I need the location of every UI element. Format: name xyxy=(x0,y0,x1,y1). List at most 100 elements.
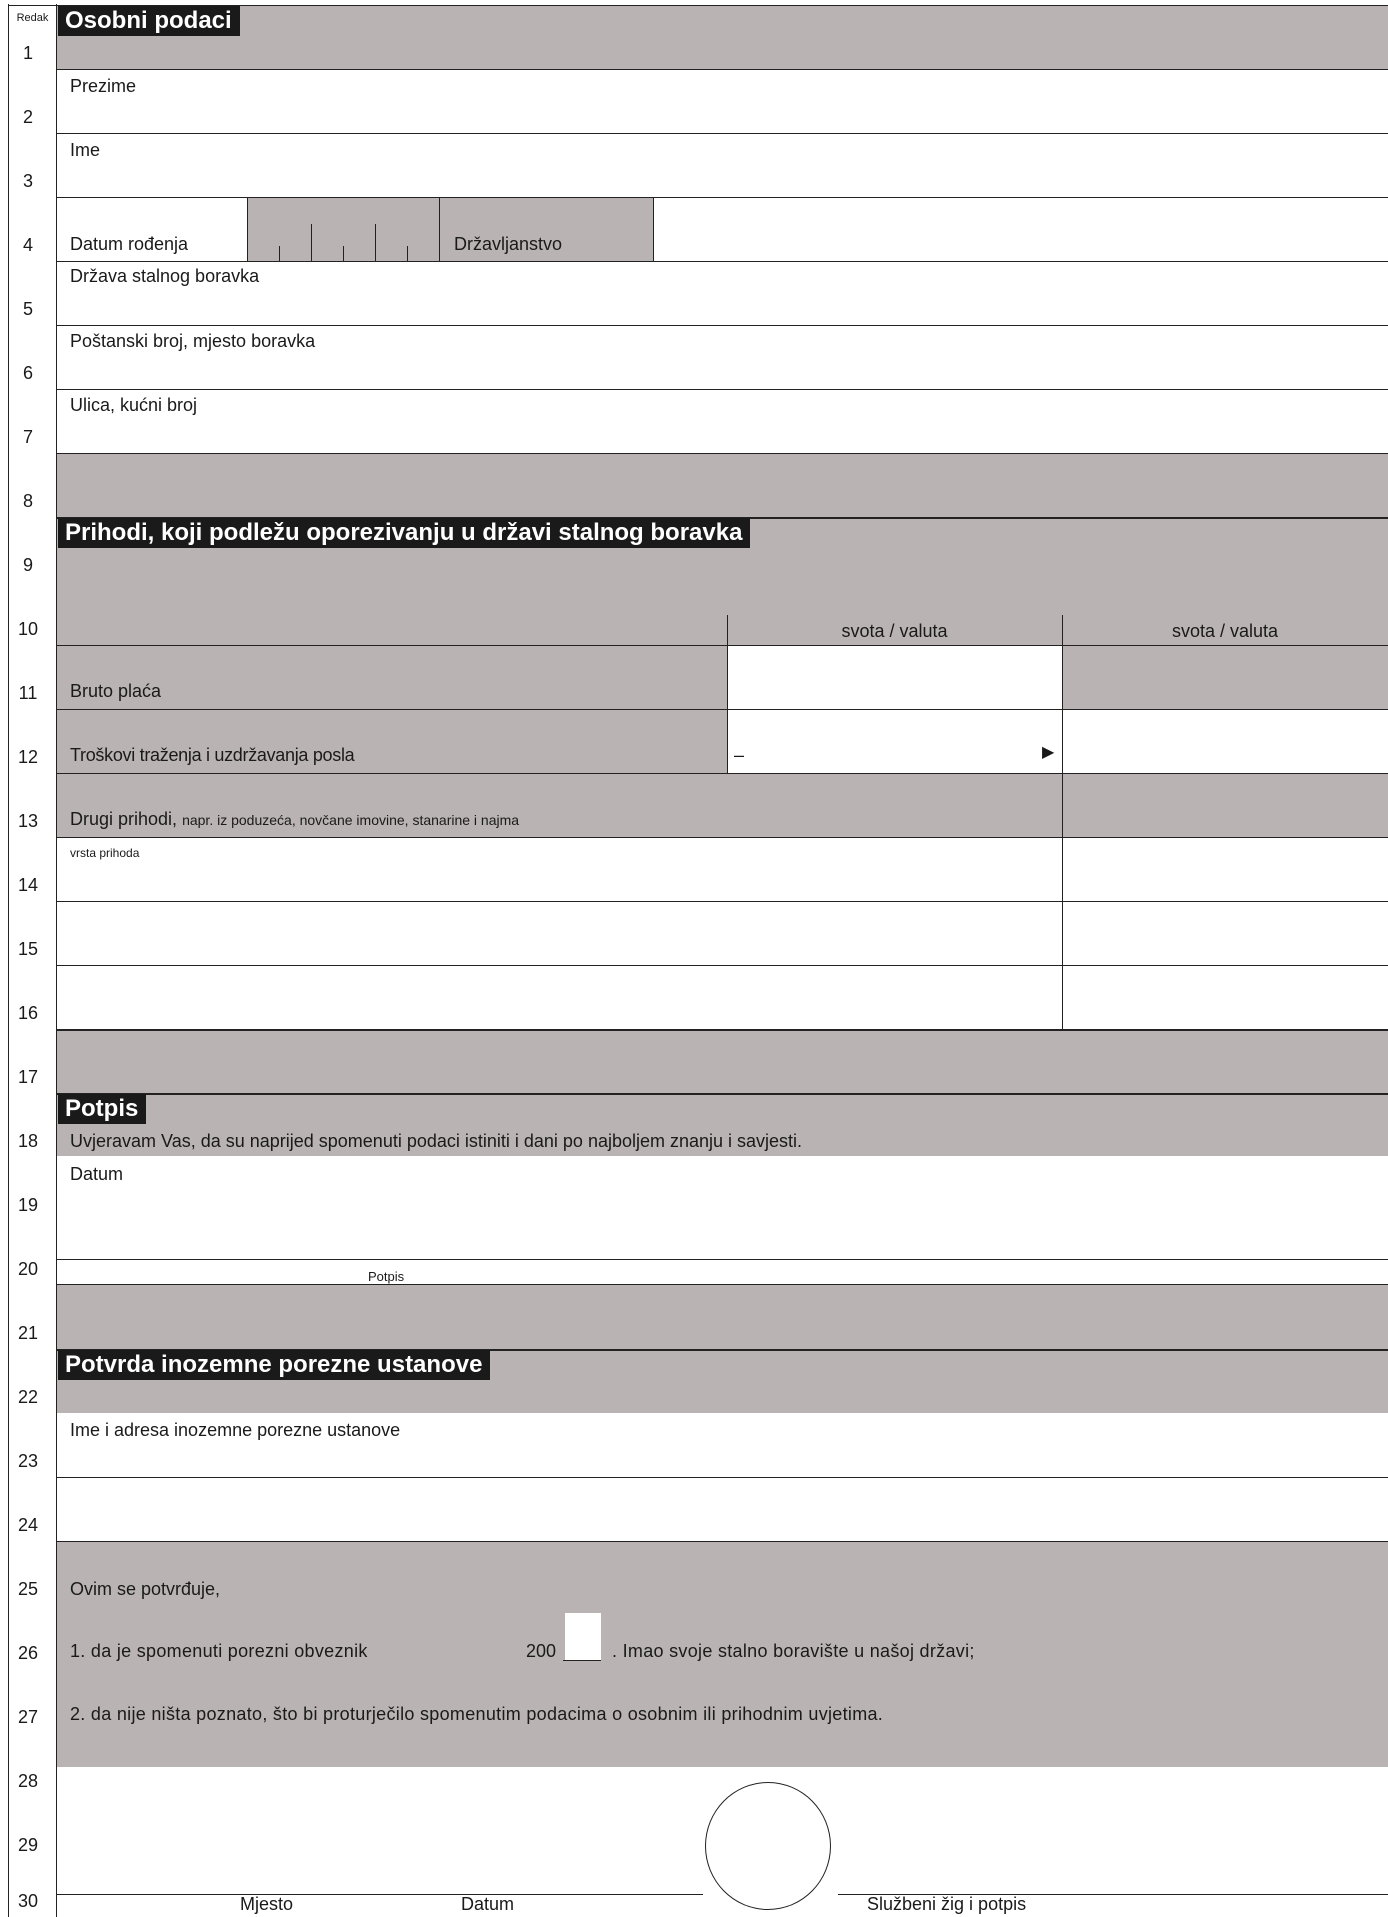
rule xyxy=(57,325,1388,326)
row-number: 24 xyxy=(17,1515,39,1535)
gutter-border-right xyxy=(56,4,57,1917)
rule xyxy=(57,1029,1388,1031)
row-number: 4 xyxy=(22,235,33,255)
other-income-title: Drugi prihodi, xyxy=(70,809,178,829)
other-income-type-2[interactable] xyxy=(57,926,1073,958)
expenses-field[interactable] xyxy=(748,738,1052,770)
row-number: 20 xyxy=(17,1259,39,1279)
rule xyxy=(57,197,1388,198)
row-number: 22 xyxy=(17,1387,39,1407)
name-label: Ime xyxy=(70,140,101,160)
expenses-minus: – xyxy=(734,745,745,765)
other-income-amount-2[interactable] xyxy=(1063,926,1388,958)
row-number: 2 xyxy=(22,107,33,127)
rule xyxy=(57,133,1388,134)
row-number: 26 xyxy=(17,1643,39,1663)
signature-date-label: Datum xyxy=(70,1164,124,1184)
rule xyxy=(57,453,1388,454)
row-number: 9 xyxy=(22,555,33,575)
rule xyxy=(57,261,1388,262)
dob-border-left xyxy=(247,198,248,261)
row-number: 14 xyxy=(17,875,39,895)
rule xyxy=(57,389,1388,390)
signature-label: Potpis xyxy=(368,1269,405,1284)
authority-field-2[interactable] xyxy=(57,1500,1388,1536)
citizenship-label: Državljanstvo xyxy=(454,234,563,254)
band-row11-right xyxy=(1062,645,1388,709)
other-income-label: Drugi prihodi, napr. iz poduzeća, novčan… xyxy=(70,808,519,831)
rule xyxy=(57,1541,1388,1542)
birthdate-field[interactable] xyxy=(249,225,439,257)
year-prefix: 200 xyxy=(526,1641,557,1661)
gutter-header: Redak xyxy=(16,12,49,24)
row-number: 30 xyxy=(17,1891,39,1911)
row-number: 5 xyxy=(22,299,33,319)
confirmation-line-1a: 1. da je spomenuti porezni obveznik xyxy=(70,1641,368,1661)
rule xyxy=(57,901,1388,902)
row-number: 19 xyxy=(17,1195,39,1215)
row-number: 11 xyxy=(18,683,38,703)
row-number: 28 xyxy=(17,1771,39,1791)
other-income-note: napr. iz poduzeća, novčane imovine, stan… xyxy=(182,812,520,828)
rule xyxy=(57,837,1388,838)
signature-date-field[interactable] xyxy=(57,1190,1388,1250)
rule xyxy=(57,1093,1388,1095)
other-income-amount-3[interactable] xyxy=(1063,990,1388,1022)
rule xyxy=(57,69,1388,70)
postal-label: Poštanski broj, mjesto boravka xyxy=(70,331,316,351)
row-number: 8 xyxy=(22,491,33,511)
row-number: 13 xyxy=(17,811,39,831)
confirmation-line-1b: . Imao svoje stalno boravište u našoj dr… xyxy=(612,1641,975,1661)
citizenship-border-right xyxy=(653,198,654,261)
name-field[interactable] xyxy=(57,164,1388,194)
row-number: 6 xyxy=(22,363,33,383)
rule xyxy=(57,1894,703,1895)
place-field[interactable] xyxy=(180,1850,376,1890)
gross-salary-field[interactable] xyxy=(728,672,1078,706)
section-income-title: Prihodi, koji podležu oporezivanju u drž… xyxy=(58,518,751,548)
row-number: 27 xyxy=(17,1707,39,1727)
rule xyxy=(57,965,1388,966)
expenses-label: Troškovi traženja i uzdržavanja posla xyxy=(70,745,355,765)
row-number: 25 xyxy=(17,1579,39,1599)
postal-field[interactable] xyxy=(57,356,1388,386)
rule xyxy=(57,709,1388,710)
section-confirmation-title: Potvrda inozemne porezne ustanove xyxy=(58,1350,491,1380)
row-number: 18 xyxy=(17,1131,39,1151)
country-label: Država stalnog boravka xyxy=(70,266,260,286)
confirmation-line-2: 2. da nije ništa poznato, što bi proturj… xyxy=(70,1704,884,1724)
row-number: 23 xyxy=(17,1451,39,1471)
street-label: Ulica, kućni broj xyxy=(70,395,198,415)
income-type-label: vrsta prihoda xyxy=(70,846,140,860)
dob-border-right xyxy=(439,198,440,261)
authority-label: Ime i adresa inozemne porezne ustanove xyxy=(70,1420,401,1440)
row-number: 12 xyxy=(17,747,39,767)
authority-field-1[interactable] xyxy=(57,1444,1388,1474)
surname-label: Prezime xyxy=(70,76,137,96)
country-field[interactable] xyxy=(57,292,1388,322)
rule xyxy=(57,1284,1388,1285)
section-signature-title: Potpis xyxy=(58,1094,147,1124)
col2-header: svota / valuta xyxy=(1171,621,1279,641)
rule xyxy=(57,1259,1388,1260)
surname-field[interactable] xyxy=(57,100,1388,130)
declaration-text: Uvjeravam Vas, da su naprijed spomenuti … xyxy=(70,1131,803,1151)
confirmation-intro: Ovim se potvrđuje, xyxy=(70,1579,221,1599)
row-number: 3 xyxy=(22,171,33,191)
stamp-label: Službeni žig i potpis xyxy=(867,1894,1027,1914)
citizenship-field[interactable] xyxy=(655,222,1388,256)
rule xyxy=(57,773,1388,774)
row-number: 15 xyxy=(17,939,39,959)
expenses-total-field[interactable] xyxy=(1063,738,1388,770)
year-field[interactable] xyxy=(565,1630,609,1658)
street-field[interactable] xyxy=(57,420,1388,450)
row-number: 16 xyxy=(17,1003,39,1023)
other-income-type-3[interactable] xyxy=(57,990,1073,1022)
other-income-type-1[interactable] xyxy=(57,862,1073,894)
birthdate-label: Datum rođenja xyxy=(70,234,189,254)
band-row1 xyxy=(57,6,1388,70)
row-number: 7 xyxy=(22,427,33,447)
other-income-amount-1[interactable] xyxy=(1063,862,1388,894)
row-number: 21 xyxy=(17,1323,39,1343)
confirmation-date-field[interactable] xyxy=(400,1850,596,1890)
